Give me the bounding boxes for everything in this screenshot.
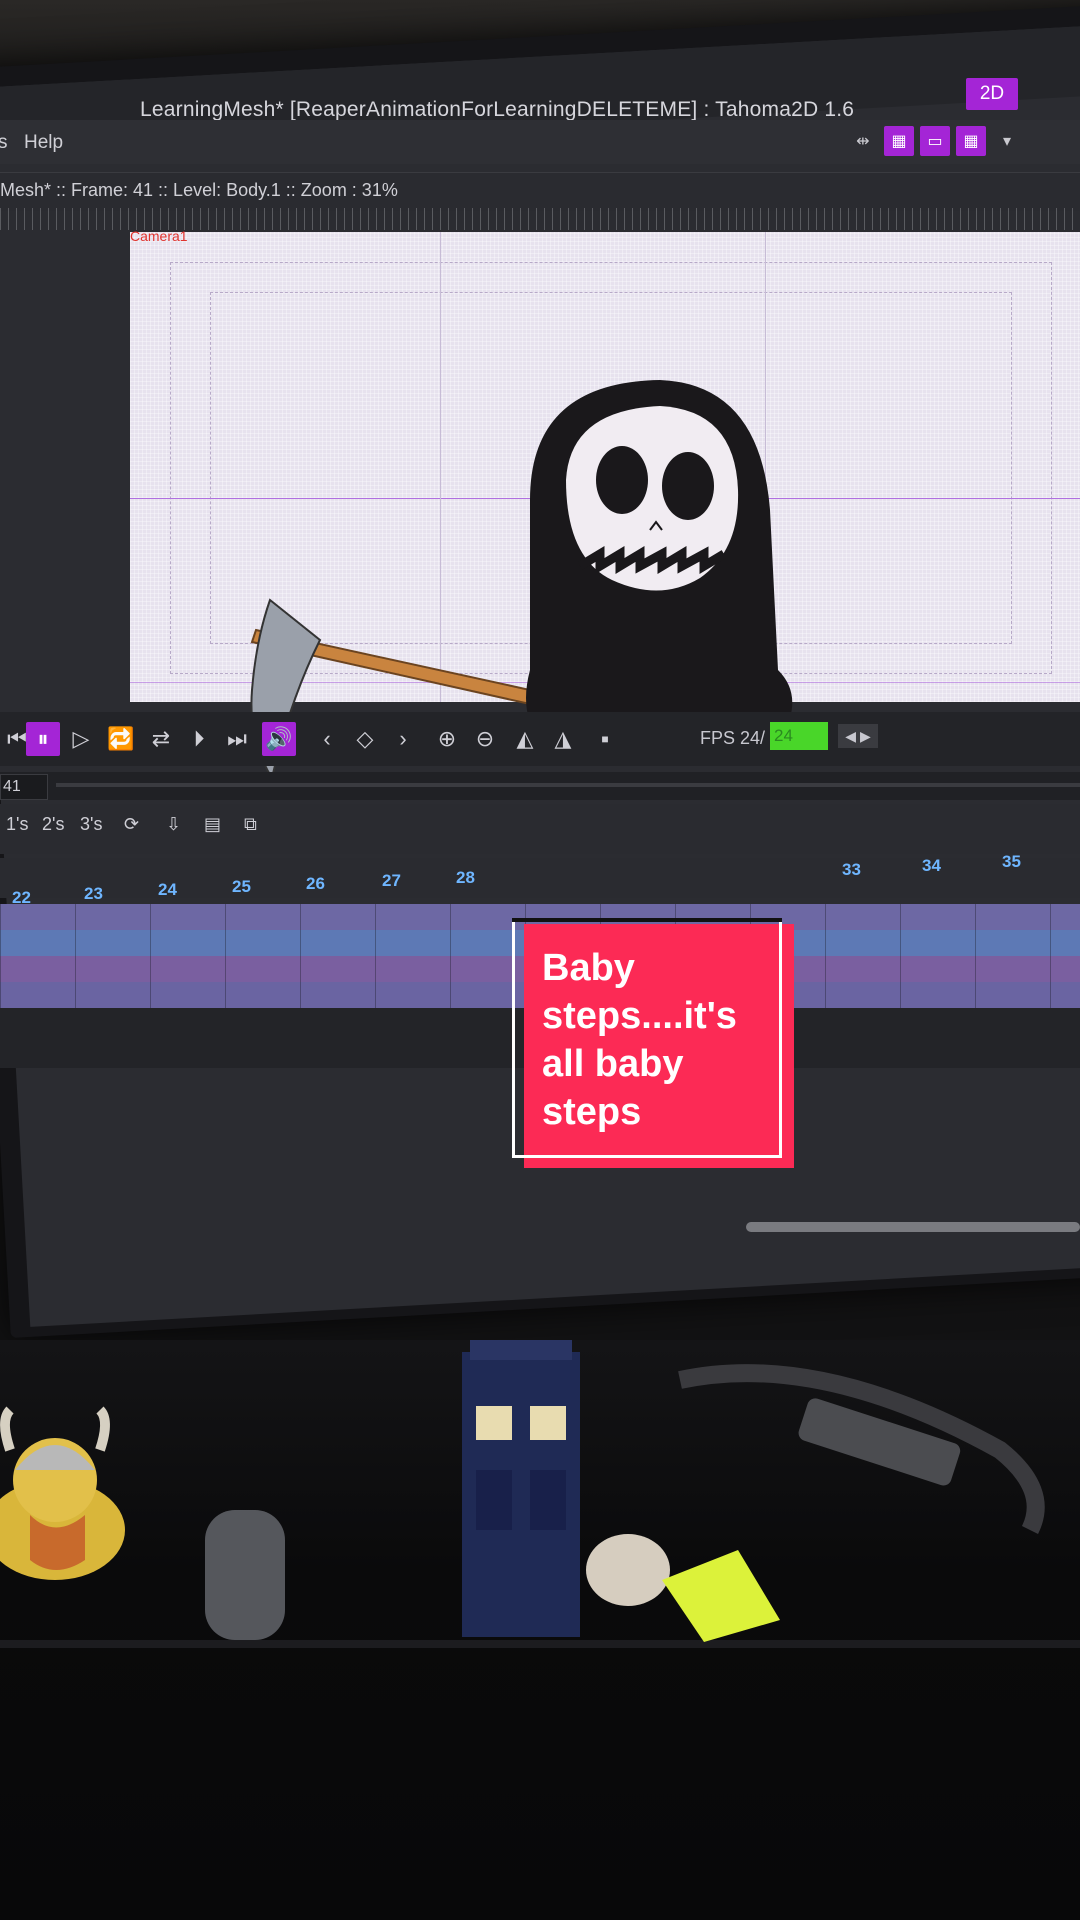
- chevron-down-icon[interactable]: ▾: [992, 126, 1022, 156]
- fps-stepper[interactable]: ◀ ▶: [838, 724, 878, 748]
- reframe-icon[interactable]: ⟳: [124, 814, 139, 835]
- flip-vertical-icon[interactable]: ◮: [546, 722, 580, 756]
- key-toggle-icon[interactable]: ◇: [348, 722, 382, 756]
- desk-objects: [0, 1340, 1045, 1642]
- mode-2d-button[interactable]: 2D: [966, 78, 1018, 110]
- frame-number: 35: [1002, 852, 1021, 871]
- sound-button[interactable]: 🔊: [262, 722, 296, 756]
- frame-number: 34: [922, 856, 941, 875]
- zoom-out-icon[interactable]: ⊖: [468, 722, 502, 756]
- frame-number: 28: [456, 868, 475, 887]
- frame-number: 25: [232, 877, 251, 896]
- frame-number: 33: [842, 860, 861, 879]
- zoom-in-icon[interactable]: ⊕: [430, 722, 464, 756]
- grid-icon[interactable]: ▦: [956, 126, 986, 156]
- camera-label: Camera1: [130, 228, 188, 244]
- current-frame-field[interactable]: 41: [0, 774, 48, 800]
- frame-number: 27: [382, 871, 401, 890]
- stop-icon[interactable]: ■: [588, 722, 622, 756]
- preview-icon[interactable]: ▦: [884, 126, 914, 156]
- timeline-horizontal-scrollbar[interactable]: [746, 1222, 1080, 1232]
- level-strip-icon[interactable]: ▤: [204, 814, 221, 835]
- step-3-button[interactable]: 3's: [80, 814, 102, 835]
- teeth: [577, 546, 727, 574]
- ping-pong-icon[interactable]: ⇄: [144, 722, 178, 756]
- camera-view-icon[interactable]: ▭: [920, 126, 950, 156]
- xsheet-toolbar: [0, 804, 1080, 854]
- frame-number: 24: [158, 880, 177, 899]
- frame-number: 26: [306, 874, 325, 893]
- menu-item-help[interactable]: Help: [24, 132, 63, 154]
- insert-icon[interactable]: ⇩: [166, 814, 181, 835]
- yellow-eraser: [662, 1550, 780, 1642]
- right-eye: [662, 452, 714, 520]
- play-icon[interactable]: ▷: [64, 722, 98, 756]
- flip-horizontal-icon[interactable]: ◭: [508, 722, 542, 756]
- prev-key-icon[interactable]: ‹: [310, 722, 344, 756]
- small-skull: [586, 1534, 670, 1606]
- caption-frame-top: [512, 918, 782, 922]
- pause-button[interactable]: ⏸: [26, 722, 60, 756]
- viewer-status-text: Mesh* :: Frame: 41 :: Level: Body.1 :: Z…: [0, 180, 398, 200]
- caption-text: Baby steps....it's all baby steps: [542, 947, 737, 1133]
- next-frame-icon[interactable]: ⏵: [182, 722, 216, 756]
- frame-slider[interactable]: [56, 783, 1080, 787]
- step-1-button[interactable]: 1's: [6, 814, 28, 835]
- step-2-button[interactable]: 2's: [42, 814, 64, 835]
- menu-item-fragment[interactable]: s: [0, 132, 8, 154]
- viewer-toolbar: ⇹ ▦ ▭ ▦ ▾: [848, 126, 1022, 156]
- left-eye: [596, 446, 648, 514]
- window-title: LearningMesh* [ReaperAnimationForLearnin…: [140, 98, 855, 121]
- loop-icon[interactable]: 🔁: [104, 722, 138, 756]
- fps-field[interactable]: 24: [770, 722, 828, 750]
- viewer-ruler: [0, 208, 1080, 230]
- last-frame-icon[interactable]: ⏭: [220, 722, 254, 756]
- next-key-icon[interactable]: ›: [386, 722, 420, 756]
- clone-icon[interactable]: ⧉: [244, 814, 257, 835]
- fps-label: FPS 24/: [700, 728, 766, 748]
- tardis-figurine: [462, 1340, 580, 1637]
- viking-duck-figurine: [0, 1406, 125, 1580]
- canister: [205, 1510, 285, 1640]
- flip-icon[interactable]: ⇹: [848, 126, 878, 156]
